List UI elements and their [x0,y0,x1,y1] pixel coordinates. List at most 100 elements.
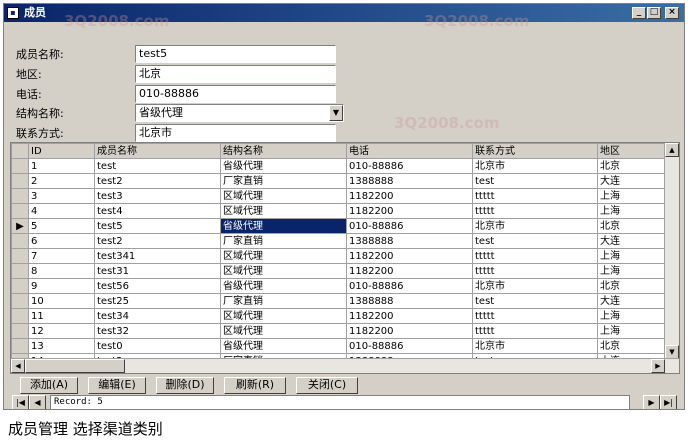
cell-phone[interactable]: 1182200 [346,323,473,339]
cell-member-name[interactable]: test [94,158,221,174]
cell-member-name[interactable]: test34 [94,308,221,324]
cell-phone[interactable]: 1182200 [346,263,473,279]
delete-button[interactable]: 删除(D) [156,377,214,394]
table-row[interactable]: 2 test2 厂家直销 1388888 test 大连 [11,173,668,189]
cell-phone[interactable]: 010-88886 [346,158,473,174]
cell-structure[interactable]: 省级代理 [220,278,347,294]
cell-member-name[interactable]: test0 [94,338,221,354]
column-header-member-name[interactable]: 成员名称 [94,143,221,159]
cell-id[interactable]: 8 [28,263,95,279]
row-selector[interactable] [11,308,29,324]
cell-phone[interactable]: 1388888 [346,233,473,249]
cell-contact[interactable]: test [472,233,598,249]
table-row[interactable]: 10 test25 厂家直销 1388888 test 大连 [11,293,668,309]
cell-id[interactable]: 1 [28,158,95,174]
cell-region[interactable]: 大连 [597,173,668,189]
cell-region[interactable]: 上海 [597,308,668,324]
row-selector[interactable] [11,323,29,339]
table-row[interactable]: 3 test3 区域代理 1182200 ttttt 上海 [11,188,668,204]
cell-phone[interactable]: 010-88886 [346,338,473,354]
cell-member-name[interactable]: test2 [94,173,221,189]
horizontal-scrollbar[interactable]: ◀ ▶ [11,358,679,373]
cell-structure[interactable]: 区域代理 [220,203,347,219]
cell-region[interactable]: 北京 [597,218,668,234]
table-row[interactable]: 7 test341 区域代理 1182200 ttttt 上海 [11,248,668,264]
cell-id[interactable]: 4 [28,203,95,219]
next-record-icon[interactable]: ▶ [643,395,660,409]
edit-button[interactable]: 编辑(E) [88,377,146,394]
row-selector[interactable] [11,233,29,249]
cell-id[interactable]: 3 [28,188,95,204]
cell-region[interactable]: 上海 [597,263,668,279]
cell-contact[interactable]: 北京市 [472,338,598,354]
column-header-contact[interactable]: 联系方式 [472,143,598,159]
row-selector[interactable] [11,173,29,189]
cell-contact[interactable]: ttttt [472,248,598,264]
cell-structure[interactable]: 区域代理 [220,248,347,264]
row-selector[interactable] [11,248,29,264]
cell-region[interactable]: 上海 [597,323,668,339]
cell-member-name[interactable]: test56 [94,278,221,294]
cell-member-name[interactable]: test3 [94,188,221,204]
cell-id[interactable]: 2 [28,173,95,189]
scroll-thumb[interactable] [25,359,125,373]
cell-id[interactable]: 6 [28,233,95,249]
cell-region[interactable]: 大连 [597,233,668,249]
cell-id[interactable]: 9 [28,278,95,294]
cell-structure[interactable]: 省级代理 [220,338,347,354]
cell-member-name[interactable]: test5 [94,218,221,234]
add-button[interactable]: 添加(A) [20,377,78,394]
cell-member-name[interactable]: test341 [94,248,221,264]
row-selector[interactable] [11,338,29,354]
cell-phone[interactable]: 1182200 [346,248,473,264]
cell-region[interactable]: 上海 [597,188,668,204]
member-name-input[interactable]: test5 [135,45,336,63]
table-row[interactable]: 11 test34 区域代理 1182200 ttttt 上海 [11,308,668,324]
minimize-button[interactable]: _ [632,7,646,19]
first-record-icon[interactable]: |◀ [12,395,29,409]
cell-member-name[interactable]: test31 [94,263,221,279]
cell-id[interactable]: 13 [28,338,95,354]
cell-phone[interactable]: 010-88886 [346,278,473,294]
table-row[interactable]: ▶ 5 test5 省级代理 010-88886 北京市 北京 [11,218,668,234]
cell-structure[interactable]: 区域代理 [220,323,347,339]
cell-id[interactable]: 10 [28,293,95,309]
cell-id[interactable]: 7 [28,248,95,264]
cell-contact[interactable]: test [472,173,598,189]
cell-region[interactable]: 北京 [597,338,668,354]
cell-region[interactable]: 上海 [597,203,668,219]
scroll-right-icon[interactable]: ▶ [651,359,665,373]
close-button[interactable]: 关闭(C) [296,377,358,394]
row-selector[interactable] [11,293,29,309]
cell-structure[interactable]: 省级代理 [220,218,347,234]
cell-contact[interactable]: ttttt [472,263,598,279]
scroll-up-icon[interactable]: ▲ [665,143,679,157]
vertical-scrollbar[interactable]: ▲ ▼ [664,143,679,359]
refresh-button[interactable]: 刷新(R) [224,377,286,394]
cell-member-name[interactable]: test2 [94,233,221,249]
cell-region[interactable]: 上海 [597,248,668,264]
table-row[interactable]: 12 test32 区域代理 1182200 ttttt 上海 [11,323,668,339]
cell-structure[interactable]: 区域代理 [220,263,347,279]
cell-region[interactable]: 大连 [597,293,668,309]
cell-member-name[interactable]: test32 [94,323,221,339]
column-header-structure[interactable]: 结构名称 [220,143,347,159]
cell-phone[interactable]: 1182200 [346,308,473,324]
cell-contact[interactable]: 北京市 [472,218,598,234]
column-header-phone[interactable]: 电话 [346,143,473,159]
cell-structure[interactable]: 区域代理 [220,188,347,204]
scroll-left-icon[interactable]: ◀ [11,359,25,373]
cell-contact[interactable]: 北京市 [472,278,598,294]
cell-id[interactable]: 11 [28,308,95,324]
contact-input[interactable]: 北京市 [135,124,336,142]
row-selector[interactable] [11,188,29,204]
table-row[interactable]: 9 test56 省级代理 010-88886 北京市 北京 [11,278,668,294]
phone-input[interactable]: 010-88886 [135,85,336,103]
cell-phone[interactable]: 010-88886 [346,218,473,234]
cell-contact[interactable]: 北京市 [472,158,598,174]
cell-structure[interactable]: 厂家直销 [220,233,347,249]
close-window-button[interactable]: × [665,7,679,19]
scroll-down-icon[interactable]: ▼ [665,345,679,359]
chevron-down-icon[interactable]: ▼ [329,105,343,121]
row-selector[interactable]: ▶ [11,218,29,234]
